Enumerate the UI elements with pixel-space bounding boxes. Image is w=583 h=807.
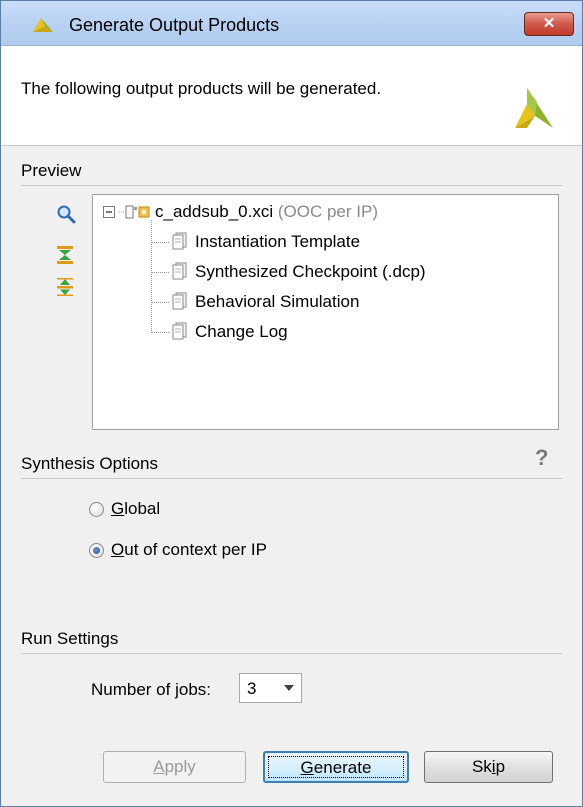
tree-item-label: Instantiation Template [195, 232, 361, 251]
synthesis-divider [21, 478, 562, 479]
window-title: Generate Output Products [69, 15, 280, 35]
tree-connector [151, 332, 169, 333]
document-icon [172, 232, 187, 250]
jobs-select[interactable]: 3 [239, 673, 302, 703]
collapse-toggle-icon[interactable] [103, 206, 117, 220]
preview-divider [21, 185, 562, 186]
preview-heading: Preview [21, 161, 82, 180]
expand-all-icon[interactable] [56, 277, 74, 297]
tree-connector [151, 242, 169, 243]
chevron-down-icon[interactable] [284, 685, 294, 691]
tree-root-row[interactable]: c_addsub_0.xci (OOC per IP) [103, 202, 378, 222]
run-settings-divider [21, 653, 562, 654]
jobs-value: 3 [247, 679, 257, 698]
tree-connector [151, 220, 152, 333]
help-icon[interactable]: ? [535, 445, 548, 471]
document-icon [172, 262, 187, 280]
radio-global[interactable]: Global [89, 499, 289, 523]
apply-button[interactable]: Apply [103, 751, 246, 783]
vivado-large-logo-icon [515, 88, 553, 128]
tree-item-label: Behavioral Simulation [195, 292, 360, 311]
run-settings-heading: Run Settings [21, 629, 119, 648]
document-icon [172, 292, 187, 310]
tree-connector [151, 272, 169, 273]
radio-out-of-context-circle[interactable] [89, 543, 104, 558]
radio-global-circle[interactable] [89, 502, 104, 517]
tree-item-label: Change Log [195, 322, 288, 341]
skip-button[interactable]: Skip [424, 751, 553, 783]
search-icon[interactable] [56, 204, 76, 224]
header-text: The following output products will be ge… [21, 79, 382, 98]
root-file-detail: (OOC per IP) [277, 202, 378, 221]
tree-item-change-log[interactable]: Change Log [171, 322, 288, 342]
generate-button[interactable]: Generate [263, 751, 409, 783]
radio-out-of-context[interactable]: Out of context per IP [89, 540, 349, 564]
tree-connector [151, 302, 169, 303]
tree-item-behavioral-simulation[interactable]: Behavioral Simulation [171, 292, 359, 312]
dialog-header: The following output products will be ge… [1, 46, 582, 146]
document-icon [172, 322, 187, 340]
radio-global-label: Global [111, 499, 161, 518]
jobs-label: Number of jobs: [91, 680, 212, 699]
tree-item-instantiation-template[interactable]: Instantiation Template [171, 232, 360, 252]
tree-item-synthesized-checkpoint[interactable]: Synthesized Checkpoint (.dcp) [171, 262, 426, 282]
ip-core-icon [119, 205, 150, 219]
root-file-name: c_addsub_0.xci [155, 202, 274, 221]
vivado-logo-icon [33, 18, 53, 32]
dialog-window: Generate Output Products ✕ The following… [0, 0, 583, 807]
collapse-all-icon[interactable] [56, 245, 74, 265]
radio-out-of-context-label: Out of context per IP [111, 540, 267, 559]
title-bar[interactable]: Generate Output Products ✕ [1, 1, 582, 46]
preview-tree[interactable]: c_addsub_0.xci (OOC per IP) Instantiatio… [92, 194, 559, 430]
close-button[interactable]: ✕ [524, 12, 574, 36]
tree-item-label: Synthesized Checkpoint (.dcp) [195, 262, 426, 281]
synthesis-options-heading: Synthesis Options [21, 454, 159, 473]
